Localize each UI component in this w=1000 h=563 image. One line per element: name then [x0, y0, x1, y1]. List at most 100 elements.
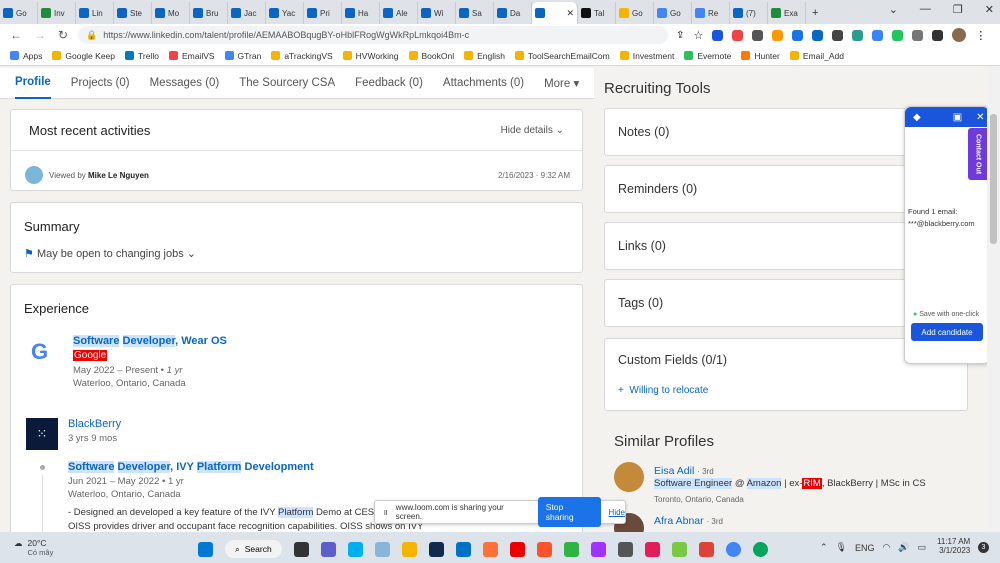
star-icon[interactable]: ☆ — [693, 29, 703, 42]
extension-icon[interactable] — [712, 29, 724, 41]
bookmark-item[interactable]: ToolSearchEmailCom — [515, 51, 610, 61]
profile-avatar[interactable] — [952, 28, 967, 42]
bookmark-item[interactable]: Evernote — [684, 51, 731, 61]
sidepanel-icon[interactable] — [932, 29, 944, 41]
browser-tab[interactable]: ✕ — [532, 2, 578, 24]
more-vert-icon[interactable]: ⋮ — [975, 29, 986, 42]
app-icon[interactable] — [671, 541, 687, 557]
expand-icon[interactable]: ▣ — [953, 112, 962, 123]
browser-tab[interactable]: Go — [654, 2, 692, 24]
browser-tab[interactable]: Lin — [76, 2, 114, 24]
file-explorer-icon[interactable] — [401, 541, 417, 557]
notification-badge[interactable]: 3 — [978, 542, 989, 553]
browser-tab[interactable]: Exa — [768, 2, 806, 24]
job2-role[interactable]: Software Developer, IVY Platform Develop… — [68, 461, 314, 473]
close-tab-icon[interactable]: ✕ — [566, 8, 574, 19]
profile-tab[interactable]: Projects (0) — [71, 77, 130, 89]
browser-tab[interactable]: Sa — [456, 2, 494, 24]
bookmark-item[interactable]: GTran — [224, 51, 261, 61]
bookmark-item[interactable]: Trello — [125, 51, 159, 61]
firefox-icon[interactable] — [482, 541, 498, 557]
messenger-icon[interactable] — [590, 541, 606, 557]
taskbar-search[interactable]: ⌕ Search — [225, 540, 282, 558]
close-icon[interactable]: ✕ — [976, 112, 984, 123]
job2-company[interactable]: BlackBerry — [68, 418, 121, 430]
minimize-icon[interactable]: — — [920, 3, 931, 16]
maximize-icon[interactable]: ❐ — [953, 3, 963, 16]
forward-icon[interactable]: → — [34, 28, 46, 42]
profile-tab[interactable]: The Sourcery CSA — [239, 77, 335, 89]
browser-tab[interactable]: Da — [494, 2, 532, 24]
hide-share-button[interactable]: Hide — [609, 508, 625, 517]
mail-icon[interactable] — [455, 541, 471, 557]
extension-icon[interactable] — [852, 29, 864, 41]
job1-title[interactable]: Software Developer, Wear OS — [73, 335, 227, 347]
extension-icon[interactable] — [812, 29, 824, 41]
bookmark-item[interactable]: Email_Add — [789, 51, 844, 61]
url-field[interactable]: 🔒 https://www.linkedin.com/talent/profil… — [78, 26, 669, 44]
clock[interactable]: 11:17 AM 3/1/2023 — [937, 537, 970, 555]
extension-icon[interactable] — [732, 29, 744, 41]
photos-icon[interactable] — [374, 541, 390, 557]
browser-tab[interactable]: Yac — [266, 2, 304, 24]
puzzle-icon[interactable] — [912, 29, 924, 41]
task-view-icon[interactable] — [293, 541, 309, 557]
job1-company[interactable]: Google — [73, 350, 108, 361]
weather-widget[interactable]: ☁ 20°C Có mây — [14, 538, 53, 557]
reload-icon[interactable]: ↻ — [58, 28, 68, 42]
language-indicator[interactable]: ENG — [855, 543, 875, 553]
browser-tab[interactable]: Inv — [38, 2, 76, 24]
browser-tab[interactable]: Mo — [152, 2, 190, 24]
bookmark-item[interactable]: EmailVS — [168, 51, 215, 61]
browser-tab[interactable]: Pri — [304, 2, 342, 24]
willing-relocate-link[interactable]: + Willing to relocate — [618, 385, 708, 396]
close-icon[interactable]: ✕ — [985, 3, 994, 16]
browser-tab[interactable]: Ha — [342, 2, 380, 24]
browser-tab[interactable]: Jac — [228, 2, 266, 24]
chevron-down-icon[interactable]: ⌄ — [889, 3, 898, 16]
browser-tab[interactable]: (7) — [730, 2, 768, 24]
profile-tab[interactable]: More ▾ — [544, 76, 579, 90]
open-to-jobs[interactable]: ⚑ May be open to changing jobs ⌄ — [24, 247, 196, 260]
bookmark-item[interactable]: BookOnl — [408, 51, 454, 61]
page-scrollbar[interactable] — [987, 66, 1000, 532]
extension-icon[interactable] — [892, 29, 904, 41]
battery-icon[interactable]: ▭ — [918, 542, 927, 553]
bookmark-item[interactable]: Investment — [619, 51, 674, 61]
share-icon[interactable]: ⇪ — [676, 30, 684, 41]
bookmark-item[interactable]: English — [464, 51, 505, 61]
slack-icon[interactable] — [644, 541, 660, 557]
stop-sharing-button[interactable]: Stop sharing — [537, 497, 601, 527]
bookmark-item[interactable]: Google Keep — [52, 51, 115, 61]
wifi-icon[interactable]: ◠ — [883, 542, 891, 553]
new-tab-icon[interactable]: + — [812, 7, 818, 19]
bookmark-item[interactable]: Apps — [10, 51, 42, 61]
profile-tab[interactable]: Profile — [15, 68, 51, 99]
brave-icon[interactable] — [536, 541, 552, 557]
extension-icon[interactable] — [792, 29, 804, 41]
extension-icon[interactable] — [752, 29, 764, 41]
bookmark-item[interactable]: aTrackingVS — [271, 51, 333, 61]
app-icon[interactable] — [428, 541, 444, 557]
back-icon[interactable]: ← — [10, 28, 22, 42]
browser-tab[interactable]: Wi — [418, 2, 456, 24]
browser-tab[interactable]: Bru — [190, 2, 228, 24]
volume-icon[interactable]: 🔊 — [898, 542, 909, 553]
extension-icon[interactable] — [832, 29, 844, 41]
opera-icon[interactable] — [509, 541, 525, 557]
browser-tab[interactable]: Tal — [578, 2, 616, 24]
app-icon[interactable] — [698, 541, 714, 557]
mic-icon[interactable]: 🎙 — [836, 542, 847, 553]
browser-tab[interactable]: Go — [0, 2, 38, 24]
browser-tab[interactable]: Re — [692, 2, 730, 24]
add-candidate-button[interactable]: Add candidate — [911, 323, 983, 341]
hide-details-button[interactable]: Hide details ⌄ — [501, 125, 564, 136]
profile-tab[interactable]: Attachments (0) — [443, 77, 524, 89]
contactout-side-tab[interactable]: Contact Out — [968, 128, 988, 180]
windows-start-icon[interactable] — [198, 541, 213, 557]
skype-icon[interactable] — [347, 541, 363, 557]
extension-icon[interactable] — [772, 29, 784, 41]
similar-profile-1[interactable]: Eisa Adil · 3rd — [654, 465, 714, 477]
profile-tab[interactable]: Feedback (0) — [355, 77, 423, 89]
chat-icon[interactable] — [563, 541, 579, 557]
